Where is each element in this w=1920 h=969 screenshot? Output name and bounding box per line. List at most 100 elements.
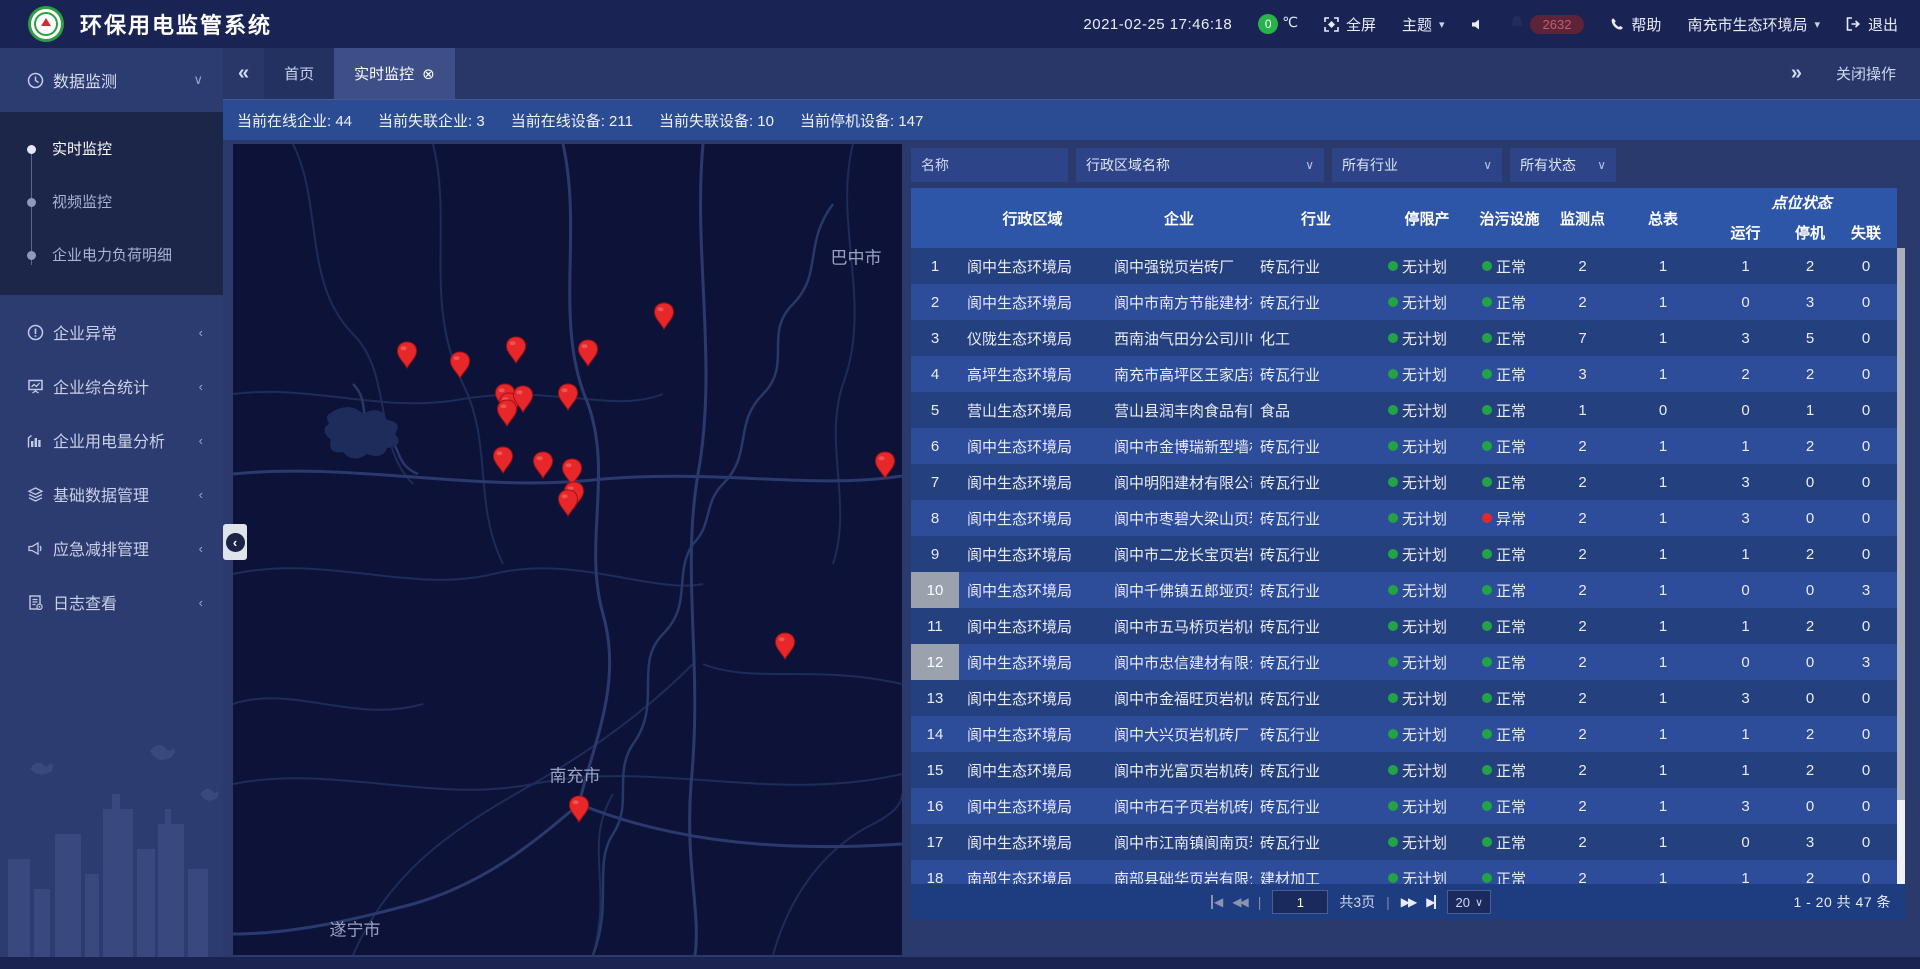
table-row[interactable]: 2阆中生态环境局阆中市南方节能建材有砖瓦行业无计划正常21030	[911, 284, 1897, 320]
col-company: 企业	[1106, 188, 1252, 248]
table-row[interactable]: 17阆中生态环境局阆中市江南镇阆南页岩砖瓦行业无计划正常21030	[911, 824, 1897, 860]
region-filter-select[interactable]: 行政区域名称∨	[1076, 148, 1324, 182]
cell-production-status: 无计划	[1380, 428, 1474, 464]
theme-dropdown[interactable]: 主题▾	[1402, 14, 1445, 35]
cell-total-count: 1	[1620, 500, 1706, 536]
tabs-scroll-right-icon[interactable]: »	[1791, 62, 1802, 85]
cell-index: 5	[911, 392, 959, 428]
cell-index: 17	[911, 824, 959, 860]
name-filter-input[interactable]	[911, 148, 1068, 182]
industry-filter-select[interactable]: 所有行业∨	[1332, 148, 1502, 182]
map-pin-icon[interactable]	[653, 302, 675, 330]
map-pin-icon[interactable]	[874, 451, 896, 479]
status-dot-icon	[1388, 441, 1398, 451]
sidebar-subitem[interactable]: 实时监控	[0, 122, 223, 175]
map-pin-icon[interactable]	[577, 339, 599, 367]
cell-run-count: 0	[1706, 284, 1785, 320]
status-dot-icon	[1482, 657, 1492, 667]
map-pin-icon[interactable]	[532, 451, 554, 479]
close-operations-button[interactable]: 关闭操作	[1836, 63, 1896, 84]
cell-run-count: 3	[1706, 788, 1785, 824]
scrollbar-thumb[interactable]	[1897, 248, 1905, 800]
map-pin-icon[interactable]	[568, 795, 590, 823]
help-button[interactable]: 帮助	[1610, 14, 1661, 35]
result-range-label: 1 - 20 共 47 条	[1793, 892, 1891, 912]
fullscreen-icon	[1324, 17, 1339, 32]
table-row[interactable]: 13阆中生态环境局阆中市金福旺页岩机砖砖瓦行业无计划正常21300	[911, 680, 1897, 716]
table-row[interactable]: 4高坪生态环境局南充市高坪区王家店建砖瓦行业无计划正常31220	[911, 356, 1897, 392]
map-pin-icon[interactable]	[557, 489, 579, 517]
table-row[interactable]: 18南部生态环境局南部县础华页岩有限公建材加工无计划正常21120	[911, 860, 1897, 884]
table-row[interactable]: 12阆中生态环境局阆中市忠信建材有限公砖瓦行业无计划正常21003	[911, 644, 1897, 680]
sidebar-item[interactable]: 企业用电量分析‹	[0, 413, 223, 467]
cell-index: 7	[911, 464, 959, 500]
map-collapse-button[interactable]: ‹	[223, 524, 247, 560]
sidebar-subitem[interactable]: 视频监控	[0, 175, 223, 228]
page-number-input[interactable]	[1272, 890, 1328, 914]
prev-page-icon[interactable]: ◀◀	[1232, 895, 1246, 909]
map-pin-icon[interactable]	[396, 341, 418, 369]
fullscreen-button[interactable]: 全屏	[1324, 14, 1376, 35]
tab-home[interactable]: 首页	[264, 48, 334, 99]
map-pin-icon[interactable]	[505, 336, 527, 364]
table-row[interactable]: 6阆中生态环境局阆中市金博瑞新型墙材砖瓦行业无计划正常21120	[911, 428, 1897, 464]
last-page-icon[interactable]: ▶	[1426, 895, 1436, 909]
cell-index: 15	[911, 752, 959, 788]
cell-index: 18	[911, 860, 959, 884]
status-dot-icon	[1482, 801, 1492, 811]
notification-button[interactable]: 2632	[1510, 15, 1585, 34]
table-scrollbar[interactable]	[1897, 248, 1905, 884]
cell-run-count: 0	[1706, 392, 1785, 428]
org-dropdown[interactable]: 南充市生态环境局▾	[1687, 14, 1820, 35]
map-pin-icon[interactable]	[449, 351, 471, 379]
board-icon	[27, 378, 44, 395]
table-row[interactable]: 16阆中生态环境局阆中市石子页岩机砖厂砖瓦行业无计划正常21300	[911, 788, 1897, 824]
cell-company: 阆中市五马桥页岩机砖	[1106, 608, 1252, 644]
status-dot-icon	[1388, 513, 1398, 523]
table-row[interactable]: 9阆中生态环境局阆中市二龙长宝页岩砖砖瓦行业无计划正常21120	[911, 536, 1897, 572]
map-pin-icon[interactable]	[557, 383, 579, 411]
sidebar-subitem[interactable]: 企业电力负荷明细	[0, 228, 223, 281]
table-row[interactable]: 10阆中生态环境局阆中千佛镇五郎垭页岩砖瓦行业无计划正常21003	[911, 572, 1897, 608]
status-dot-icon	[1482, 549, 1492, 559]
cell-region: 阆中生态环境局	[959, 536, 1106, 572]
table-row[interactable]: 3仪陇生态环境局西南油气田分公司川中化工无计划正常71350	[911, 320, 1897, 356]
table-row[interactable]: 8阆中生态环境局阆中市枣碧大梁山页岩砖瓦行业无计划异常21300	[911, 500, 1897, 536]
sidebar-item[interactable]: 企业综合统计‹	[0, 359, 223, 413]
cell-stop-count: 3	[1785, 284, 1835, 320]
status-dot-icon	[1388, 801, 1398, 811]
cell-lost-count: 0	[1835, 536, 1897, 572]
table-row[interactable]: 11阆中生态环境局阆中市五马桥页岩机砖砖瓦行业无计划正常21120	[911, 608, 1897, 644]
map-pin-icon[interactable]	[496, 399, 518, 427]
sidebar-item[interactable]: 应急减排管理‹	[0, 521, 223, 575]
table-row[interactable]: 5营山生态环境局营山县润丰肉食品有限食品无计划正常10010	[911, 392, 1897, 428]
status-dot-icon	[1482, 405, 1492, 415]
sidebar-item[interactable]: 企业异常‹	[0, 305, 223, 359]
speaker-button[interactable]	[1471, 18, 1484, 31]
cell-monitor-count: 2	[1545, 464, 1620, 500]
logout-button[interactable]: 退出	[1846, 14, 1898, 35]
cell-stop-count: 1	[1785, 392, 1835, 428]
table-row[interactable]: 7阆中生态环境局阆中明阳建材有限公司砖瓦行业无计划正常21300	[911, 464, 1897, 500]
tabs-scroll-left-icon[interactable]: «	[223, 48, 264, 99]
status-filter-select[interactable]: 所有状态∨	[1510, 148, 1616, 182]
map-panel[interactable]: 巴中市南充市遂宁市	[233, 144, 902, 955]
tab-realtime-monitoring[interactable]: 实时监控 ⊗	[334, 48, 455, 99]
first-page-icon[interactable]: ◀	[1211, 895, 1221, 909]
col-run: 运行	[1706, 216, 1785, 248]
table-row[interactable]: 15阆中生态环境局阆中市光富页岩机砖厂砖瓦行业无计划正常21120	[911, 752, 1897, 788]
map-pin-icon[interactable]	[774, 632, 796, 660]
sidebar-section-data-monitoring[interactable]: 数据监测 ∨	[0, 48, 223, 112]
sidebar-item[interactable]: 日志查看‹	[0, 575, 223, 629]
page-size-select[interactable]: 20∨	[1447, 890, 1491, 914]
map-pin-icon[interactable]	[492, 446, 514, 474]
tab-close-icon[interactable]: ⊗	[422, 65, 435, 83]
table-row[interactable]: 1阆中生态环境局阆中强锐页岩砖厂砖瓦行业无计划正常21120	[911, 248, 1897, 284]
next-page-icon[interactable]: ▶▶	[1401, 895, 1415, 909]
status-dot-icon	[1388, 693, 1398, 703]
sidebar-item[interactable]: 基础数据管理‹	[0, 467, 223, 521]
cell-region: 阆中生态环境局	[959, 428, 1106, 464]
cell-stop-count: 2	[1785, 716, 1835, 752]
table-row[interactable]: 14阆中生态环境局阆中大兴页岩机砖厂砖瓦行业无计划正常21120	[911, 716, 1897, 752]
sidebar-item-label: 应急减排管理	[53, 536, 149, 560]
